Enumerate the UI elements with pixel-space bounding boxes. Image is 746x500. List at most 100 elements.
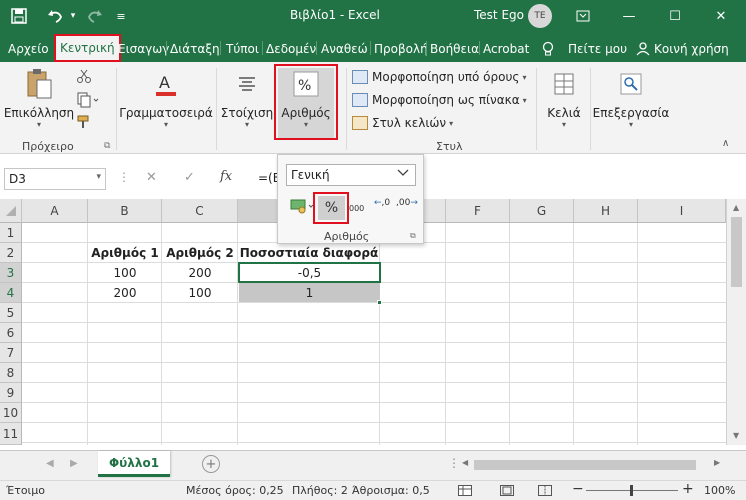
chevron-left-icon[interactable]: ◀ xyxy=(46,458,54,469)
tell-me-search[interactable]: Πείτε μου xyxy=(568,37,627,61)
tab-layout[interactable]: Διάταξη xyxy=(170,37,220,61)
tab-view[interactable]: Προβολή xyxy=(374,37,428,61)
close-button[interactable]: ✕ xyxy=(698,0,744,32)
increase-decimal-button[interactable]: ←,0 xyxy=(374,198,390,208)
normal-view-icon[interactable] xyxy=(458,485,472,499)
copy-icon[interactable] xyxy=(76,92,100,111)
name-box[interactable]: D3 ▾ xyxy=(4,168,106,190)
page-break-icon[interactable] xyxy=(538,485,552,499)
column-header[interactable]: B xyxy=(88,199,162,223)
row-header[interactable]: 4 xyxy=(0,283,22,303)
collapse-ribbon-icon[interactable]: ∧ xyxy=(722,138,729,149)
cell-b4[interactable]: 200 xyxy=(88,283,162,303)
chevron-left-icon[interactable]: ◀ xyxy=(462,458,468,467)
paste-button[interactable]: Επικόλληση ▾ xyxy=(4,68,74,129)
row-header[interactable]: 1 xyxy=(0,223,22,243)
redo-icon[interactable] xyxy=(84,5,106,27)
row-header[interactable]: 5 xyxy=(0,303,22,323)
lightbulb-icon[interactable] xyxy=(542,37,554,61)
cell-header-number2[interactable]: Αριθμός 2 xyxy=(162,243,238,263)
cell-d3-selected[interactable]: -0,5 xyxy=(238,262,381,283)
comma-style-button[interactable]: 000 xyxy=(349,204,364,213)
zoom-level[interactable]: 100% xyxy=(704,484,735,497)
tab-formulas[interactable]: Τύποι xyxy=(226,37,259,61)
column-header[interactable]: F xyxy=(446,199,510,223)
cell-d4[interactable]: 1 xyxy=(239,283,380,302)
row-header[interactable]: 2 xyxy=(0,243,22,263)
row-header[interactable]: 3 xyxy=(0,263,22,283)
scrollbar-thumb[interactable] xyxy=(731,217,742,287)
cut-icon[interactable] xyxy=(76,68,92,87)
enter-icon[interactable]: ✓ xyxy=(184,170,195,185)
tab-file[interactable]: Αρχείο xyxy=(8,37,49,61)
undo-dropdown-icon[interactable]: ▾ xyxy=(68,5,78,27)
avatar[interactable]: TE xyxy=(528,4,552,28)
chevron-right-icon[interactable]: ▶ xyxy=(70,458,78,469)
dialog-launcher-icon[interactable]: ⧉ xyxy=(410,231,416,241)
chevron-right-icon[interactable]: ▶ xyxy=(714,458,720,467)
number-format-select[interactable]: Γενική xyxy=(286,164,416,186)
fill-handle[interactable] xyxy=(377,300,382,305)
chevron-down-icon[interactable]: ▾ xyxy=(96,172,101,182)
cell-styles-button[interactable]: Στυλ κελιών ▾ xyxy=(352,114,453,132)
tab-data[interactable]: Δεδομέν xyxy=(266,37,316,61)
cancel-icon[interactable]: ✕ xyxy=(146,170,157,185)
sheet-tab[interactable]: Φύλλο1 xyxy=(98,451,170,477)
scrollbar-thumb[interactable] xyxy=(474,460,696,470)
save-icon[interactable] xyxy=(8,5,30,27)
chevron-down-icon[interactable]: ▼ xyxy=(733,431,739,440)
function-icon[interactable]: fx xyxy=(220,169,232,184)
column-header[interactable]: C xyxy=(162,199,238,223)
add-sheet-icon[interactable]: + xyxy=(202,455,220,473)
minimize-button[interactable]: — xyxy=(606,0,652,32)
maximize-button[interactable]: ☐ xyxy=(652,0,698,32)
column-header[interactable]: H xyxy=(574,199,638,223)
customize-toolbar-icon[interactable]: ≡ xyxy=(112,5,130,27)
cell-header-percent-diff[interactable]: Ποσοστιαία διαφορά xyxy=(238,243,380,263)
column-header[interactable]: G xyxy=(510,199,574,223)
row-header[interactable]: 7 xyxy=(0,343,22,363)
row-header[interactable]: 10 xyxy=(0,403,22,423)
cell-c3[interactable]: 200 xyxy=(162,263,238,283)
horizontal-scrollbar[interactable]: ◀ ▶ xyxy=(458,457,726,473)
dialog-launcher-icon[interactable]: ⧉ xyxy=(104,141,110,151)
format-as-table-button[interactable]: Μορφοποίηση ως πίνακα ▾ xyxy=(352,91,527,109)
tab-help[interactable]: Βοήθεια xyxy=(430,37,479,61)
tab-separator xyxy=(370,41,371,55)
column-header[interactable]: I xyxy=(638,199,726,223)
row-header[interactable]: 8 xyxy=(0,363,22,383)
zoom-in-button[interactable]: + xyxy=(682,481,694,497)
chevron-down-icon: ▾ xyxy=(628,120,633,129)
cell-c4[interactable]: 100 xyxy=(162,283,238,303)
conditional-formatting-button[interactable]: Μορφοποίηση υπό όρους ▾ xyxy=(352,68,526,86)
chevron-up-icon[interactable]: ▲ xyxy=(733,203,739,212)
percent-style-button[interactable]: % xyxy=(318,196,345,220)
select-all-corner[interactable] xyxy=(0,199,22,223)
ribbon-display-icon[interactable] xyxy=(560,0,606,32)
vertical-scrollbar[interactable]: ▲ ▼ xyxy=(726,199,746,445)
format-painter-icon[interactable] xyxy=(76,114,92,133)
user-name[interactable]: Test Ego xyxy=(474,8,524,22)
editing-button[interactable]: Επεξεργασία ▾ xyxy=(593,68,669,129)
row-header[interactable]: 9 xyxy=(0,383,22,403)
row-header[interactable]: 11 xyxy=(0,423,22,445)
number-button[interactable]: % Αριθμός ▾ xyxy=(278,68,334,138)
undo-icon[interactable] xyxy=(44,5,66,27)
column-header[interactable]: A xyxy=(22,199,88,223)
row-header[interactable]: 6 xyxy=(0,323,22,343)
font-button[interactable]: A Γραμματοσειρά ▾ xyxy=(119,68,213,129)
cell-b3[interactable]: 100 xyxy=(88,263,162,283)
share-button[interactable]: Κοινή χρήση xyxy=(654,37,729,61)
alignment-button[interactable]: Στοίχιση ▾ xyxy=(220,68,274,129)
tab-review[interactable]: Αναθεώ xyxy=(321,37,368,61)
page-layout-icon[interactable] xyxy=(500,485,514,499)
cells-button[interactable]: Κελιά ▾ xyxy=(542,68,586,129)
zoom-slider-thumb[interactable] xyxy=(630,485,633,496)
share-icon[interactable] xyxy=(636,37,650,61)
tab-acrobat[interactable]: Acrobat xyxy=(483,37,529,61)
zoom-out-button[interactable]: − xyxy=(572,481,584,497)
cell-header-number1[interactable]: Αριθμός 1 xyxy=(88,243,162,263)
tab-insert[interactable]: Εισαγωγ xyxy=(118,37,169,61)
decrease-decimal-button[interactable]: ,00→ xyxy=(396,198,418,208)
tab-home[interactable]: Κεντρική xyxy=(54,34,121,62)
